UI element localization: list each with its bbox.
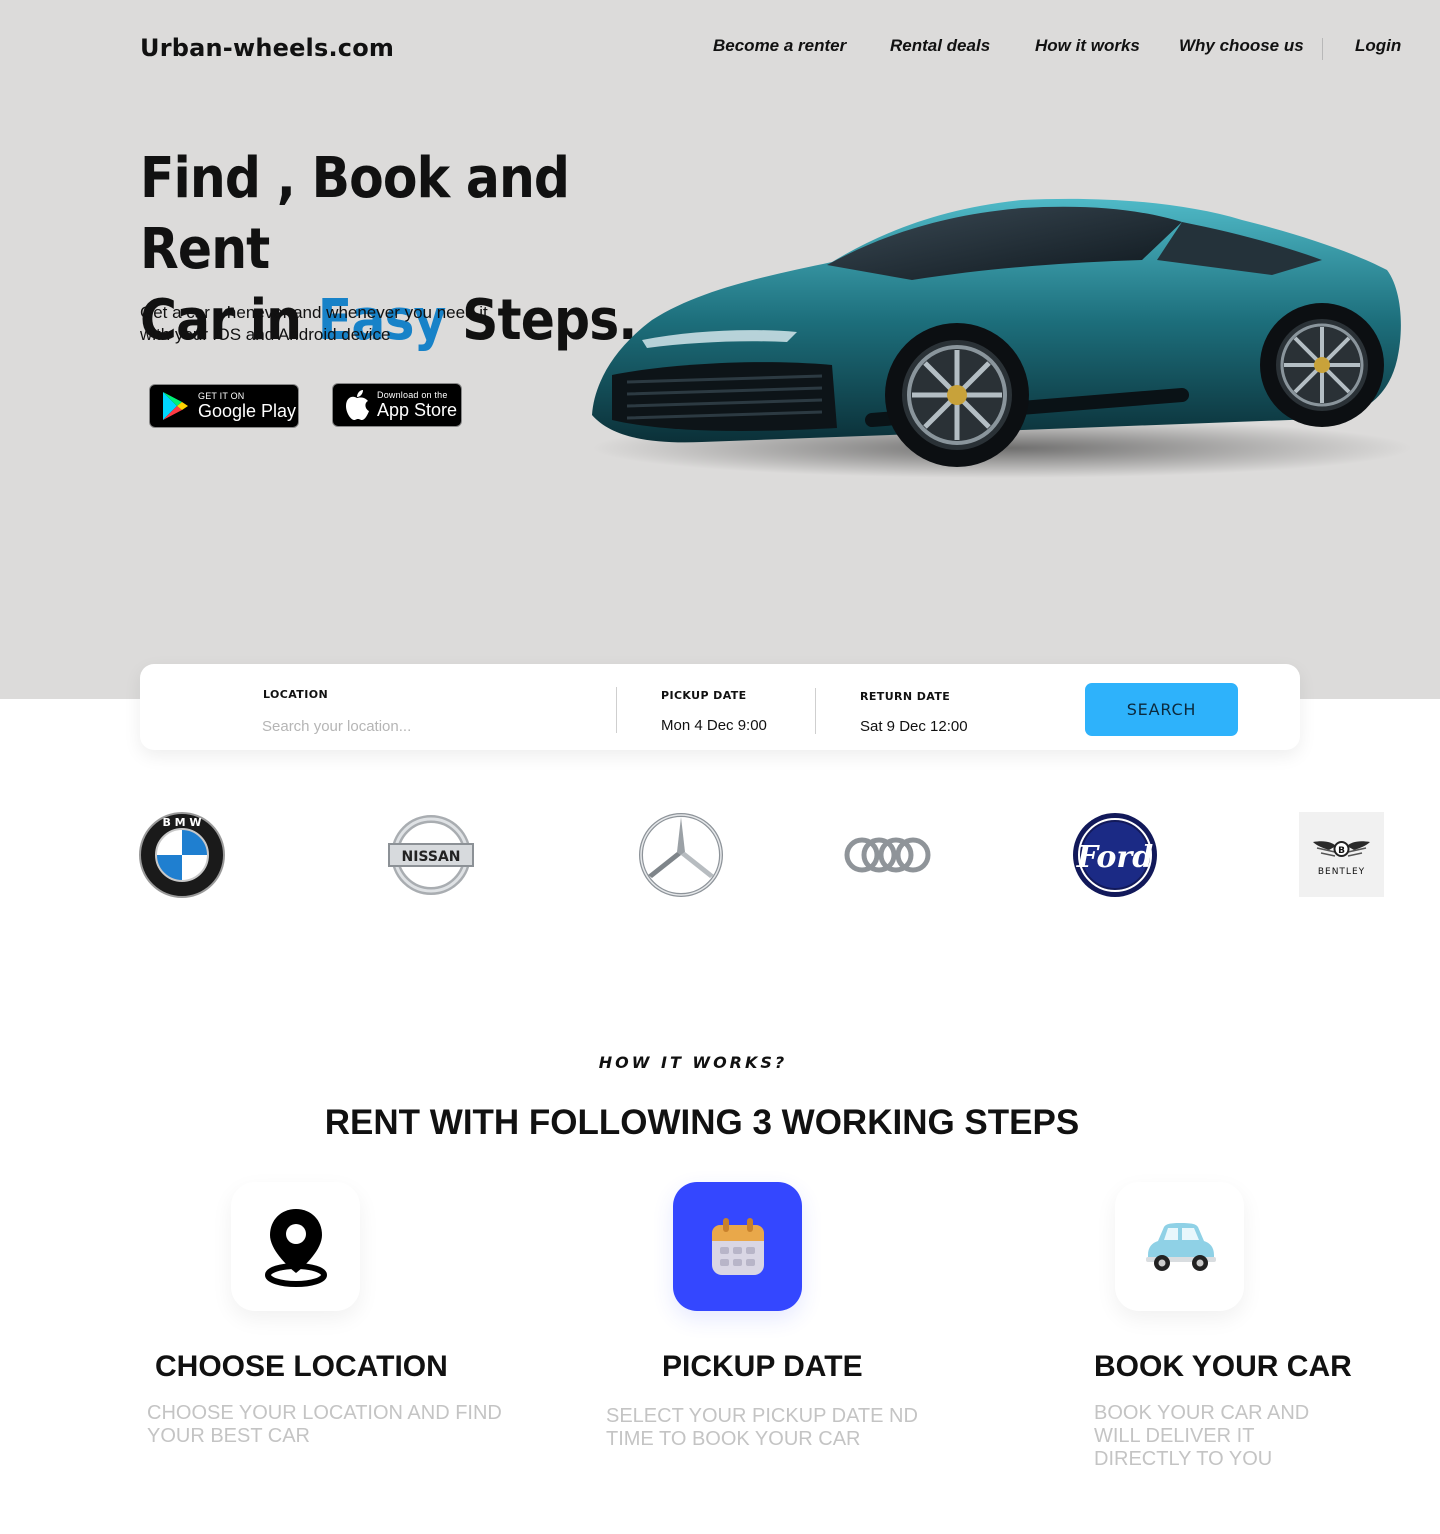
apple-icon	[346, 390, 369, 420]
step-3-description: BOOK YOUR CAR AND WILL DELIVER IT DIRECT…	[1094, 1402, 1310, 1470]
step-3-title: BOOK YOUR CAR	[1094, 1350, 1352, 1383]
bmw-logo[interactable]: B M W	[139, 812, 225, 898]
bentley-logo-text: BENTLEY	[1318, 867, 1365, 877]
step-1-icon-box	[231, 1182, 360, 1311]
step-2-title: PICKUP DATE	[662, 1350, 863, 1383]
hero-sports-car-image	[592, 198, 1412, 478]
step-1-description: CHOOSE YOUR LOCATION AND FIND YOUR BEST …	[147, 1402, 502, 1447]
step-2-description: SELECT YOUR PICKUP DATE ND TIME TO BOOK …	[606, 1405, 918, 1450]
mercedes-logo[interactable]	[638, 812, 724, 898]
search-divider	[616, 687, 617, 733]
search-bar: LOCATION PICKUP DATE Mon 4 Dec 9:00 RETU…	[140, 664, 1300, 750]
app-store-small-text: Download on the	[377, 390, 448, 400]
nav-link-how-it-works[interactable]: How it works	[1035, 36, 1140, 56]
google-play-icon	[163, 392, 188, 420]
audi-logo[interactable]	[843, 812, 931, 898]
how-it-works-eyebrow: HOW IT WORKS?	[598, 1053, 788, 1072]
ford-logo-text: Ford	[1076, 840, 1153, 875]
search-button[interactable]: SEARCH	[1085, 683, 1238, 736]
app-store-big-text: App Store	[377, 400, 458, 420]
site-logo[interactable]: Urban-wheels.com	[140, 34, 394, 62]
bentley-logo[interactable]: B BENTLEY	[1299, 812, 1384, 897]
google-play-big-text: Google Play	[198, 401, 297, 421]
svg-text:B: B	[1338, 846, 1345, 856]
nissan-logo-text: NISSAN	[401, 849, 460, 865]
how-it-works-title: RENT WITH FOLLOWING 3 WORKING STEPS	[324, 1103, 1080, 1142]
pickup-date-field[interactable]: Mon 4 Dec 9:00	[661, 717, 767, 734]
google-play-button[interactable]: GET IT ON Google Play	[149, 384, 299, 428]
nissan-logo[interactable]: NISSAN	[388, 812, 474, 898]
ford-logo[interactable]: Ford	[1072, 812, 1158, 898]
return-date-field[interactable]: Sat 9 Dec 12:00	[860, 718, 968, 735]
return-date-label: RETURN DATE	[860, 690, 951, 703]
pickup-date-label: PICKUP DATE	[661, 689, 747, 702]
main-nav: Become a renter Rental deals How it work…	[690, 36, 1410, 60]
search-divider	[815, 688, 816, 734]
app-store-button[interactable]: Download on the App Store	[332, 383, 462, 427]
bmw-logo-text: B M W	[162, 816, 201, 829]
nav-link-why-choose-us[interactable]: Why choose us	[1179, 36, 1304, 56]
nav-link-rental-deals[interactable]: Rental deals	[890, 36, 990, 56]
location-search-input[interactable]	[262, 714, 592, 738]
step-3-icon-box	[1115, 1182, 1244, 1311]
calendar-icon	[711, 1217, 764, 1275]
nav-link-become-renter[interactable]: Become a renter	[713, 36, 846, 56]
hero-title-line1: Find , Book and Rent	[140, 146, 570, 282]
map-pin-icon	[264, 1208, 327, 1287]
step-1-title: CHOOSE LOCATION	[155, 1350, 448, 1383]
google-play-small-text: GET IT ON	[198, 391, 245, 401]
step-2-icon-box	[673, 1182, 802, 1311]
hero-subtitle: Get a car whenever and whenever you need…	[140, 303, 488, 344]
login-link[interactable]: Login	[1355, 36, 1401, 56]
location-label: LOCATION	[263, 688, 329, 701]
hero-section: Urban-wheels.com Become a renter Rental …	[0, 0, 1440, 699]
car-icon	[1145, 1222, 1216, 1271]
nav-divider	[1322, 38, 1323, 60]
